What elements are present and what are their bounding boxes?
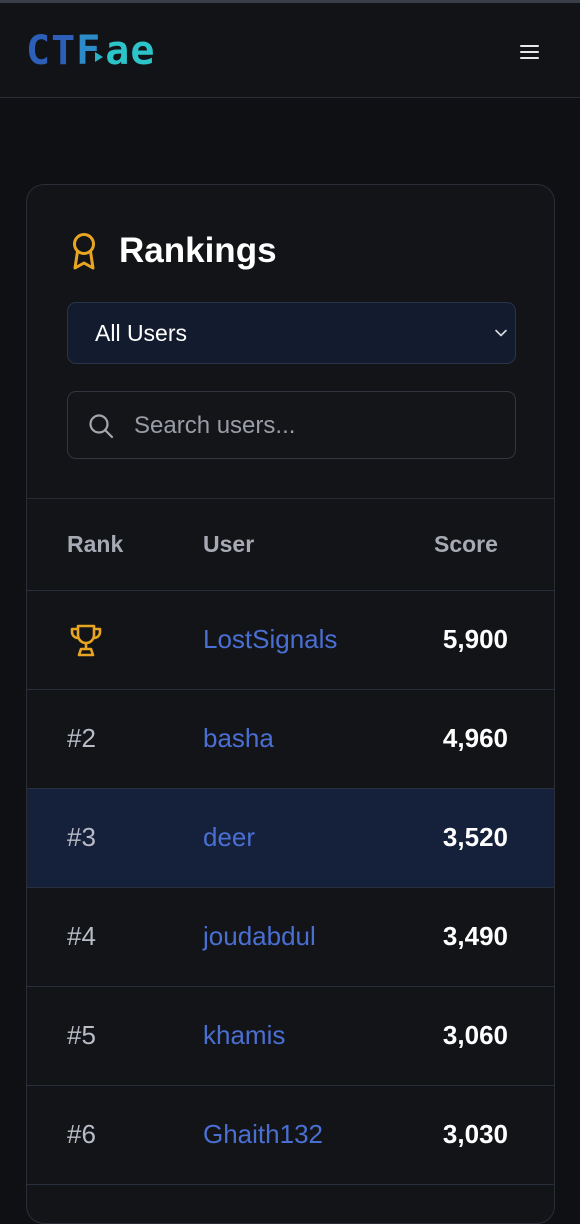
hamburger-menu-button[interactable] — [514, 37, 546, 67]
user-link[interactable]: deer — [203, 822, 255, 853]
rankings-table: Rank User Score LostSignals 5,900 #2 bas… — [27, 498, 554, 1223]
page-title: Rankings — [119, 231, 277, 270]
search-box — [67, 391, 516, 459]
user-filter-value: All Users — [95, 320, 188, 346]
table-row: #6 Ghaith132 3,030 — [27, 1086, 554, 1185]
user-rank: #3 — [67, 822, 96, 852]
user-rank: #5 — [67, 1020, 96, 1050]
table-row-current-user: #3 deer 3,520 — [27, 789, 554, 888]
user-link[interactable]: joudabdul — [203, 921, 316, 952]
user-link[interactable]: Ghaith132 — [203, 1119, 323, 1150]
hamburger-menu-icon — [520, 45, 539, 47]
user-rank: #2 — [67, 723, 96, 753]
table-row — [27, 1185, 554, 1223]
rankings-title-row: Rankings — [67, 229, 277, 273]
ctf-ae-logo[interactable]: CT F ae — [26, 28, 156, 74]
column-header-user: User — [203, 531, 255, 557]
trophy-icon — [70, 624, 102, 657]
user-score: 4,960 — [442, 723, 508, 753]
table-row: LostSignals 5,900 — [27, 591, 554, 690]
app-header: CT F ae — [0, 3, 580, 98]
logo-text-f: F — [76, 28, 102, 74]
table-row: #5 khamis 3,060 — [27, 987, 554, 1086]
user-rank: #6 — [67, 1119, 96, 1149]
column-header-score: Score — [434, 531, 498, 557]
cursor-icon — [95, 52, 104, 62]
user-rank: #4 — [67, 921, 96, 951]
chevron-down-icon — [495, 329, 507, 337]
logo-text-ct: CT — [26, 28, 77, 74]
user-link[interactable]: khamis — [203, 1020, 285, 1051]
rankings-card: Rankings All Users Rank User Score — [26, 184, 555, 1224]
logo-text-ae: ae — [105, 28, 156, 74]
user-link[interactable]: LostSignals — [203, 624, 337, 655]
user-filter-select[interactable]: All Users — [67, 302, 516, 364]
column-header-rank: Rank — [67, 531, 124, 557]
search-input[interactable] — [132, 406, 496, 446]
user-score: 3,030 — [442, 1119, 508, 1149]
user-score: 3,520 — [442, 822, 508, 852]
table-row: #2 basha 4,960 — [27, 690, 554, 789]
award-ribbon-icon — [73, 233, 95, 270]
user-score: 3,060 — [442, 1020, 508, 1050]
user-link[interactable]: basha — [203, 723, 274, 754]
user-score: 5,900 — [442, 624, 508, 654]
search-icon — [89, 414, 114, 439]
table-row: #4 joudabdul 3,490 — [27, 888, 554, 987]
user-score: 3,490 — [442, 921, 508, 951]
table-header: Rank User Score — [27, 499, 554, 591]
